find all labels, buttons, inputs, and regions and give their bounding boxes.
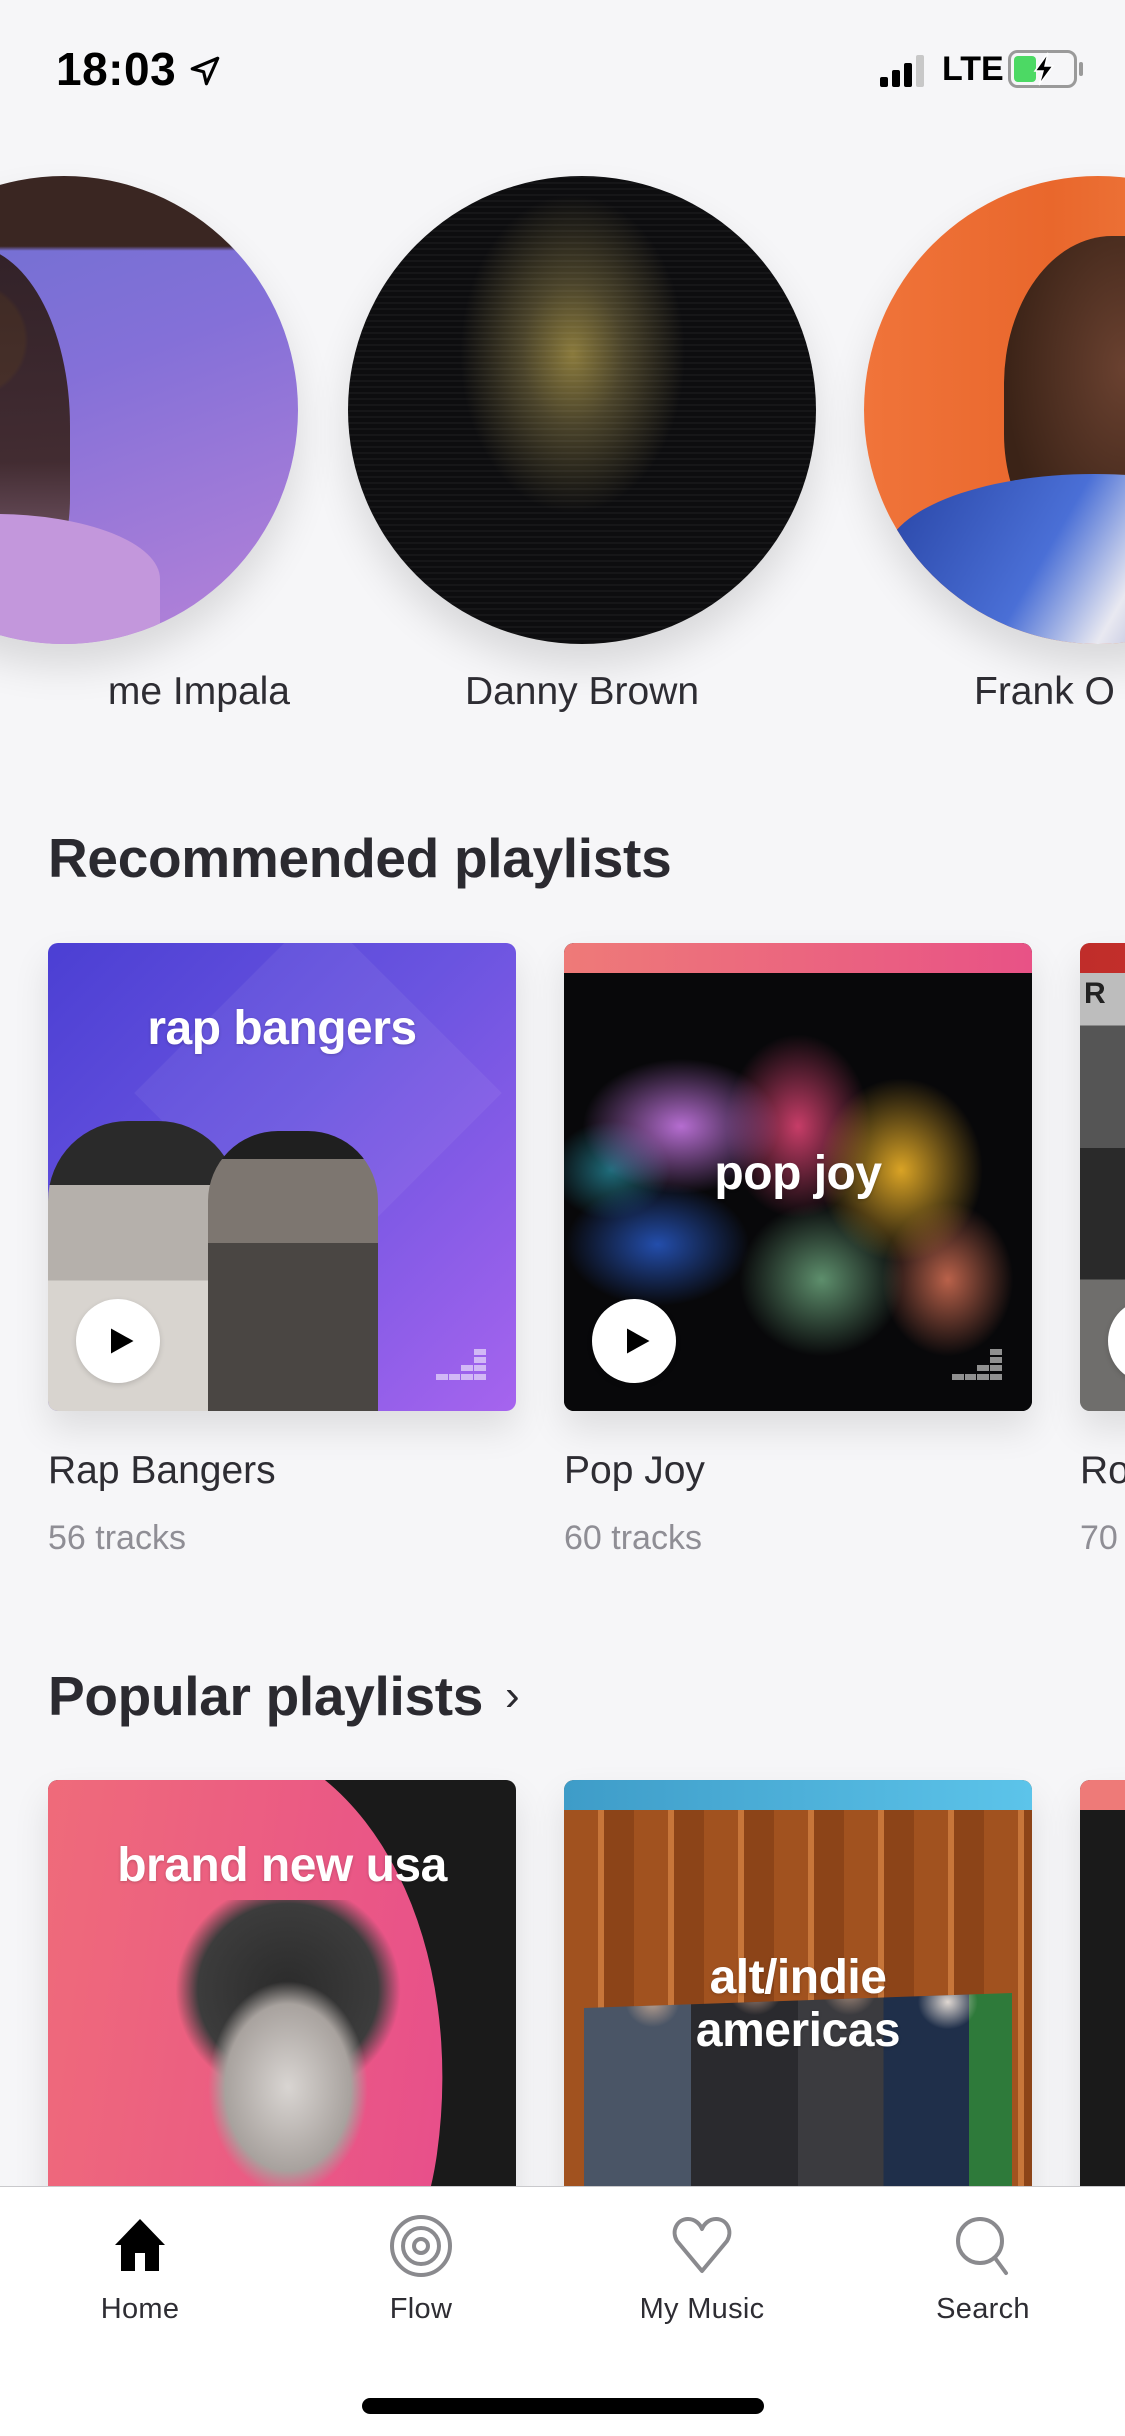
tab-search[interactable]: Search	[873, 2211, 1093, 2326]
flow-icon	[390, 2215, 452, 2277]
playlist-cover[interactable]: pop joy	[564, 943, 1032, 1411]
tab-home[interactable]: Home	[30, 2211, 250, 2326]
status-bar: 18:03 LTE	[0, 0, 1125, 140]
tab-flow[interactable]: Flow	[311, 2211, 531, 2326]
play-icon	[627, 1328, 650, 1354]
playlist-track-count: 70	[1080, 1519, 1118, 1557]
home-indicator[interactable]	[362, 2398, 764, 2414]
location-arrow-icon	[190, 56, 220, 86]
playlist-cover[interactable]: brand new usa	[48, 1780, 516, 2248]
artist-name: me Impala	[107, 670, 290, 713]
playlist-card[interactable]	[1080, 1780, 1125, 2248]
signal-icon	[880, 55, 924, 87]
artist-avatar[interactable]	[0, 176, 298, 644]
cover-top-bar	[564, 943, 1032, 973]
cover-title: pop joy	[714, 1147, 882, 1200]
artists-carousel[interactable]: me Impala Danny Brown Frank O	[0, 176, 1125, 736]
playlist-title[interactable]: Pop Joy	[564, 1449, 1032, 1493]
tab-label: Search	[936, 2293, 1030, 2325]
cover-title-line: americas	[695, 2003, 901, 2057]
artist-avatar[interactable]	[348, 176, 816, 644]
playlist-cover[interactable]	[1080, 1780, 1125, 2248]
cover-title: rap bangers	[147, 1002, 417, 1055]
playlist-cover[interactable]: alt/indie americas	[564, 1780, 1032, 2248]
cover-top-bar	[1080, 943, 1125, 973]
tab-label: Flow	[389, 2293, 453, 2325]
playlist-title[interactable]: Ro	[1080, 1449, 1125, 1493]
artist-name: Danny Brown	[464, 670, 700, 713]
artist-avatar[interactable]	[864, 176, 1125, 644]
playlist-card[interactable]: alt/indie americas	[564, 1780, 1032, 2248]
artist-item[interactable]: Danny Brown	[348, 176, 816, 714]
cover-title: brand new usa	[117, 1839, 447, 1892]
playlist-card[interactable]: R A Ro 70	[1080, 943, 1125, 1558]
play-button[interactable]	[76, 1299, 160, 1383]
play-icon	[111, 1328, 134, 1354]
cover-top-bar	[1080, 1780, 1125, 1810]
artist-name: Frank O	[974, 670, 1115, 713]
cover-title-line: alt/indie	[709, 1951, 887, 2004]
cover-title: R A	[1084, 977, 1125, 1010]
search-icon	[956, 2217, 1008, 2275]
heart-icon	[672, 2217, 732, 2273]
section-title-text: Recommended playlists	[48, 827, 672, 889]
network-type: LTE	[942, 50, 1004, 88]
playlist-card[interactable]: brand new usa	[48, 1780, 516, 2248]
cover-title: alt/indie americas	[564, 1951, 1032, 2058]
playlist-card[interactable]: pop joy Pop Joy 60 tracks	[564, 943, 1032, 1558]
battery-charging-icon	[1008, 50, 1083, 88]
home-icon	[115, 2219, 165, 2271]
popular-playlists-heading[interactable]: Popular playlists ›	[48, 1664, 520, 1728]
playlist-title[interactable]: Rap Bangers	[48, 1449, 516, 1493]
deezer-logo-icon	[952, 1349, 1002, 1380]
section-title-text[interactable]: Popular playlists	[48, 1664, 483, 1728]
play-button[interactable]	[592, 1299, 676, 1383]
recommended-playlists-heading: Recommended playlists	[48, 826, 672, 890]
chevron-right-icon[interactable]: ›	[505, 1674, 520, 1718]
cover-top-bar	[564, 1780, 1032, 1810]
playlist-card[interactable]: rap bangers Rap Bangers 56 tracks	[48, 943, 516, 1558]
playlist-track-count: 56 tracks	[48, 1519, 186, 1557]
artist-item[interactable]: Frank O	[864, 176, 1125, 714]
playlist-cover[interactable]: R A	[1080, 943, 1125, 1411]
tab-my-music[interactable]: My Music	[592, 2211, 812, 2326]
playlist-cover[interactable]: rap bangers	[48, 943, 516, 1411]
artist-item[interactable]: me Impala	[0, 176, 298, 714]
status-time: 18:03	[56, 43, 177, 95]
playlist-track-count: 60 tracks	[564, 1519, 702, 1557]
deezer-logo-icon	[436, 1349, 486, 1380]
tab-label: Home	[100, 2293, 180, 2325]
tab-label: My Music	[639, 2293, 765, 2325]
